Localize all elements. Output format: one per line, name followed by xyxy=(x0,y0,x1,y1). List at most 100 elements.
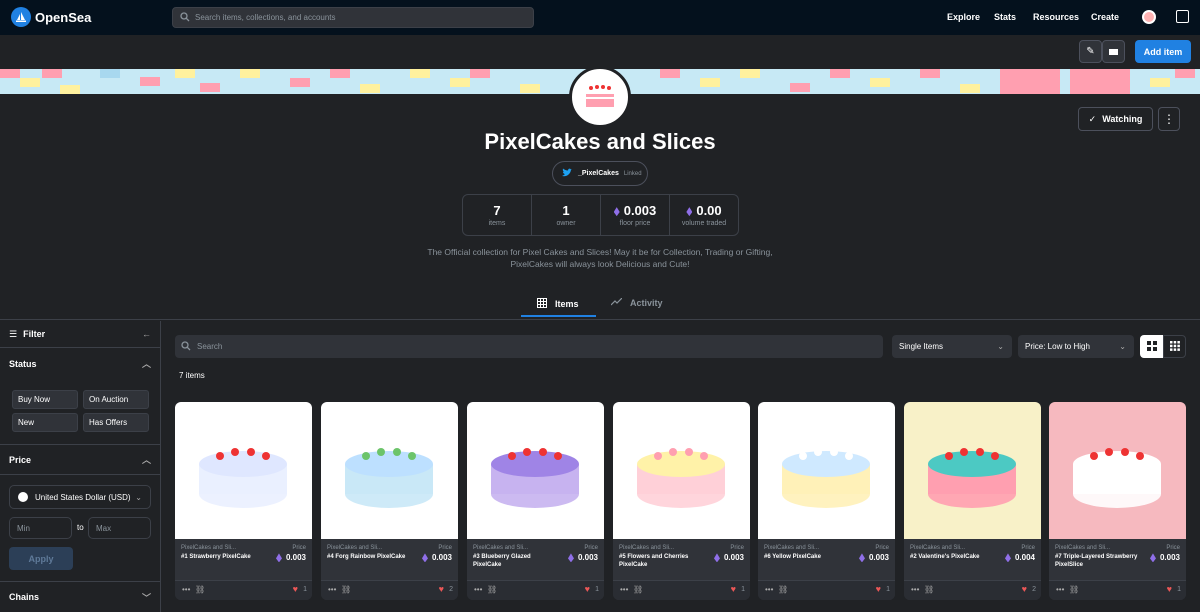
card-item-name[interactable]: #3 Blueberry Glazed PixelCake xyxy=(473,553,558,569)
item-image[interactable] xyxy=(904,402,1041,539)
heart-icon[interactable]: ♥ xyxy=(585,584,590,594)
nav-resources[interactable]: Resources xyxy=(1033,12,1079,22)
stat-items[interactable]: 7 items xyxy=(463,195,532,235)
card-price-value: 0.003 xyxy=(577,553,598,562)
global-search-input[interactable]: Search items, collections, and accounts xyxy=(172,7,534,28)
card-collection-name[interactable]: PixelCakes and Sli... xyxy=(764,545,819,551)
card-price: 0.004 xyxy=(1004,553,1035,563)
opensea-logo-icon[interactable] xyxy=(11,7,31,27)
card-price: 0.003 xyxy=(567,553,598,563)
more-options-icon[interactable]: ••• xyxy=(620,585,628,594)
item-image[interactable] xyxy=(758,402,895,539)
card-collection-name[interactable]: PixelCakes and Sli... xyxy=(619,545,674,551)
stat-volume-traded[interactable]: 0.00 volume traded xyxy=(670,195,738,235)
card-price-label: Price xyxy=(584,545,598,551)
twitter-link[interactable]: _PixelCakes Linked xyxy=(552,161,648,186)
item-image[interactable] xyxy=(613,402,750,539)
card-collection-name[interactable]: PixelCakes and Sli... xyxy=(327,545,382,551)
card-price-value: 0.003 xyxy=(285,553,306,562)
status-new[interactable]: New xyxy=(12,413,78,432)
more-options-icon[interactable]: ••• xyxy=(1056,585,1064,594)
more-options-icon[interactable]: ••• xyxy=(328,585,336,594)
card-price: 0.003 xyxy=(713,553,744,563)
sort-select[interactable]: Price: Low to High ⌄ xyxy=(1018,335,1134,358)
item-type-select[interactable]: Single Items ⌄ xyxy=(892,335,1012,358)
nav-stats[interactable]: Stats xyxy=(994,12,1016,22)
link-icon[interactable]: ⛓ xyxy=(487,585,497,594)
tab-activity-label: Activity xyxy=(630,298,663,308)
description-line: The Official collection for Pixel Cakes … xyxy=(427,247,773,257)
max-price-input[interactable]: Max xyxy=(88,517,151,539)
tab-activity[interactable]: Activity xyxy=(610,297,663,308)
stat-floor-price[interactable]: 0.003 floor price xyxy=(601,195,670,235)
stat-label: items xyxy=(488,220,506,227)
filter-header[interactable]: ☰ Filter ← xyxy=(0,321,161,348)
min-price-input[interactable]: Min xyxy=(9,517,72,539)
tab-items[interactable]: Items xyxy=(537,298,579,310)
item-image[interactable] xyxy=(175,402,312,539)
card-collection-name[interactable]: PixelCakes and Sli... xyxy=(910,545,965,551)
heart-icon[interactable]: ♥ xyxy=(1167,584,1172,594)
nav-explore[interactable]: Explore xyxy=(947,12,980,22)
status-on-auction[interactable]: On Auction xyxy=(83,390,149,409)
large-grid-toggle[interactable] xyxy=(1140,335,1163,358)
link-icon[interactable]: ⛓ xyxy=(341,585,351,594)
card-item-name[interactable]: #6 Yellow PixelCake xyxy=(764,553,849,561)
more-options-icon[interactable]: ••• xyxy=(474,585,482,594)
more-options-icon[interactable]: ••• xyxy=(182,585,190,594)
item-card[interactable]: PixelCakes and Sli... #3 Blueberry Glaze… xyxy=(467,402,604,600)
nav-create[interactable]: Create xyxy=(1091,12,1119,22)
more-options-icon[interactable]: ••• xyxy=(765,585,773,594)
profile-avatar-icon[interactable] xyxy=(1142,10,1156,24)
heart-icon[interactable]: ♥ xyxy=(293,584,298,594)
link-icon[interactable]: ⛓ xyxy=(778,585,788,594)
item-card[interactable]: PixelCakes and Sli... #5 Flowers and Che… xyxy=(613,402,750,600)
link-icon[interactable]: ⛓ xyxy=(1069,585,1079,594)
collapse-arrow-icon[interactable]: ← xyxy=(142,329,151,339)
chains-section-header[interactable]: Chains ﹀ xyxy=(0,581,161,612)
card-item-name[interactable]: #7 Triple-Layered Strawberry PixelSlice xyxy=(1055,553,1140,569)
eth-icon xyxy=(858,553,865,563)
item-card[interactable]: PixelCakes and Sli... #2 Valentine's Pix… xyxy=(904,402,1041,600)
heart-icon[interactable]: ♥ xyxy=(439,584,444,594)
card-item-name[interactable]: #1 Strawberry PixelCake xyxy=(181,553,266,561)
currency-select[interactable]: United States Dollar (USD) ⌄ xyxy=(9,485,151,509)
card-item-name[interactable]: #5 Flowers and Cherries PixelCake xyxy=(619,553,704,569)
search-icon xyxy=(181,341,191,353)
watching-button[interactable]: ✓ Watching xyxy=(1078,107,1153,131)
manage-button[interactable] xyxy=(1102,40,1125,63)
card-collection-name[interactable]: PixelCakes and Sli... xyxy=(1055,545,1110,551)
item-image[interactable] xyxy=(321,402,458,539)
price-section-header[interactable]: Price ︿ xyxy=(0,444,161,475)
link-icon[interactable]: ⛓ xyxy=(633,585,643,594)
stat-owners[interactable]: 1 owner xyxy=(532,195,601,235)
add-item-button[interactable]: Add item xyxy=(1135,40,1191,63)
status-has-offers[interactable]: Has Offers xyxy=(83,413,149,432)
status-buy-now[interactable]: Buy Now xyxy=(12,390,78,409)
heart-icon[interactable]: ♥ xyxy=(731,584,736,594)
item-card[interactable]: PixelCakes and Sli... #7 Triple-Layered … xyxy=(1049,402,1186,600)
card-item-name[interactable]: #2 Valentine's PixelCake xyxy=(910,553,995,561)
heart-icon[interactable]: ♥ xyxy=(876,584,881,594)
more-options-button[interactable]: ⋮ xyxy=(1158,107,1180,131)
item-card[interactable]: PixelCakes and Sli... #6 Yellow PixelCak… xyxy=(758,402,895,600)
wallet-icon[interactable] xyxy=(1176,10,1189,23)
small-grid-toggle[interactable] xyxy=(1163,335,1186,358)
heart-icon[interactable]: ♥ xyxy=(1022,584,1027,594)
items-search-input[interactable]: Search xyxy=(175,335,883,358)
item-image[interactable] xyxy=(1049,402,1186,539)
apply-button[interactable]: Apply xyxy=(9,547,73,570)
link-icon[interactable]: ⛓ xyxy=(195,585,205,594)
link-icon[interactable]: ⛓ xyxy=(924,585,934,594)
card-item-name[interactable]: #4 Forg Rainbow PixelCake xyxy=(327,553,412,561)
card-collection-name[interactable]: PixelCakes and Sli... xyxy=(473,545,528,551)
status-section-header[interactable]: Status ︿ xyxy=(0,348,161,379)
edit-button[interactable]: ✎ xyxy=(1079,40,1102,63)
item-card[interactable]: PixelCakes and Sli... #1 Strawberry Pixe… xyxy=(175,402,312,600)
item-card[interactable]: PixelCakes and Sli... #4 Forg Rainbow Pi… xyxy=(321,402,458,600)
item-type-value: Single Items xyxy=(899,342,944,351)
more-options-icon[interactable]: ••• xyxy=(911,585,919,594)
brand-name[interactable]: OpenSea xyxy=(35,10,91,25)
item-image[interactable] xyxy=(467,402,604,539)
card-collection-name[interactable]: PixelCakes and Sli... xyxy=(181,545,236,551)
